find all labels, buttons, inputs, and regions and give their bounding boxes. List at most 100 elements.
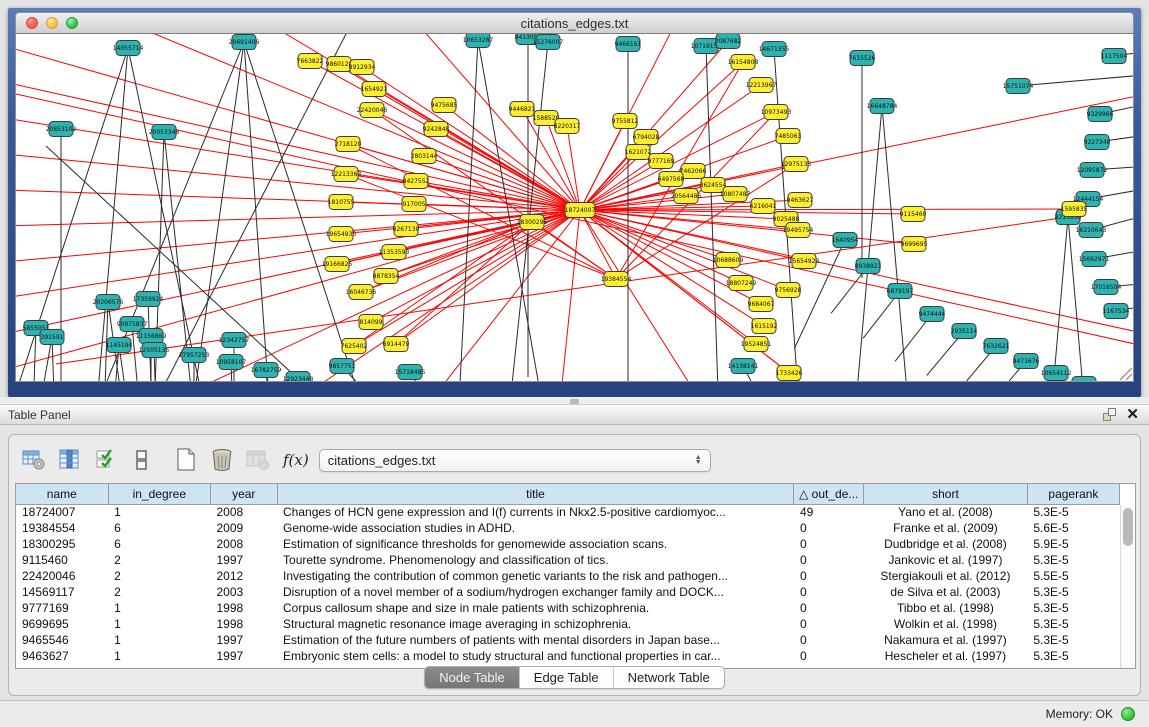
graph-node[interactable]: 6794028 [633, 130, 660, 145]
table-scrollbar[interactable] [1120, 505, 1135, 668]
graph-node[interactable]: 1615192 [751, 319, 778, 334]
graph-node[interactable]: 9463627 [787, 193, 814, 208]
graph-node[interactable]: 6914479 [383, 337, 410, 352]
table-cell[interactable]: Hescheler et al. (1997) [864, 648, 1028, 664]
table-cell[interactable]: 9777169 [16, 600, 108, 616]
table-cell[interactable]: 2 [108, 552, 210, 568]
table-cell[interactable]: Corpus callosum shape and size in male p… [277, 600, 794, 616]
graph-node[interactable]: 19495754 [783, 223, 814, 238]
table-cell[interactable]: Embryonic stem cells: a model to study s… [277, 648, 794, 664]
table-cell[interactable]: 5.3E-5 [1027, 504, 1119, 520]
graph-node[interactable]: 16648784 [867, 99, 898, 114]
graph-node[interactable]: 7663822 [297, 54, 324, 69]
table-cell[interactable]: 5.3E-5 [1027, 648, 1119, 664]
table-cell[interactable]: Yano et al. (2008) [864, 504, 1028, 520]
graph-node[interactable]: 15654923 [789, 254, 820, 269]
graph-node[interactable]: 9777169 [648, 154, 675, 169]
graph-node[interactable]: 1595835 [1061, 202, 1088, 217]
graph-node[interactable]: 6216041 [750, 199, 777, 214]
function-builder-button[interactable]: f(x) [283, 451, 309, 469]
graph-node[interactable]: 12505135 [139, 343, 170, 358]
graph-node[interactable]: 20053346 [149, 125, 180, 140]
resize-grip-icon[interactable] [1120, 368, 1132, 380]
graph-node[interactable]: 20853102 [46, 122, 77, 137]
tab-edge-table[interactable]: Edge Table [520, 667, 614, 688]
delete-rows-button[interactable] [207, 446, 237, 474]
graph-node[interactable]: 16782759 [251, 363, 282, 378]
table-cell[interactable]: Tourette syndrome. Phenomenology and cla… [277, 552, 794, 568]
table-cell[interactable]: 6 [108, 520, 210, 536]
table-cell[interactable]: Estimation of the future numbers of pati… [277, 632, 794, 648]
graph-node[interactable]: 8267130 [393, 222, 420, 237]
table-row[interactable]: 1872400712008Changes of HCN gene express… [16, 504, 1120, 520]
graph-node[interactable]: 20206576 [93, 295, 124, 310]
column-header-title[interactable]: title [277, 484, 794, 504]
table-row[interactable]: 969969511998Structural magnetic resonanc… [16, 616, 1120, 632]
graph-node[interactable]: 9756928 [775, 283, 802, 298]
table-cell[interactable]: 0 [794, 568, 864, 584]
graph-node[interactable]: 1810755 [328, 195, 355, 210]
graph-node[interactable]: 2935114 [951, 324, 978, 339]
table-row[interactable]: 1456911722003Disruption of a novel membe… [16, 584, 1120, 600]
graph-node[interactable]: 8471676 [1013, 354, 1040, 369]
table-cell[interactable]: 1998 [210, 600, 277, 616]
table-cell[interactable]: 18724007 [16, 504, 108, 520]
graph-node[interactable]: 15751074 [1003, 79, 1034, 94]
graph-node[interactable]: 7615526 [849, 51, 876, 66]
graph-node[interactable]: 1145194 [106, 338, 133, 353]
graph-node[interactable]: 9857751 [329, 359, 356, 374]
graph-node[interactable]: 1654921 [361, 82, 388, 97]
table-cell[interactable]: 49 [794, 504, 864, 520]
table-cell[interactable]: 19384554 [16, 520, 108, 536]
column-header-name[interactable]: name [16, 484, 108, 504]
table-cell[interactable]: 0 [794, 584, 864, 600]
graph-node[interactable]: 12342757 [219, 333, 250, 348]
graph-node[interactable]: 15276007 [533, 35, 564, 50]
table-cell[interactable]: 2012 [210, 568, 277, 584]
table-cell[interactable]: 2 [108, 584, 210, 600]
column-header-in-degree[interactable]: in_degree [108, 484, 210, 504]
table-cell[interactable]: 1997 [210, 552, 277, 568]
table-cell[interactable]: 5.9E-5 [1027, 536, 1119, 552]
table-cell[interactable]: 5.3E-5 [1027, 600, 1119, 616]
graph-node[interactable]: 12923448 [283, 372, 314, 383]
table-cell[interactable]: 6 [108, 536, 210, 552]
table-cell[interactable]: 22420046 [16, 568, 108, 584]
column-header-year[interactable]: year [210, 484, 277, 504]
table-cell[interactable]: Jankovic et al. (1997) [864, 552, 1028, 568]
graph-node[interactable]: 9329966 [1087, 107, 1114, 122]
close-panel-icon[interactable]: ✕ [1126, 408, 1139, 421]
node-table[interactable]: namein_degreeyeartitle△ out_de...shortpa… [15, 483, 1136, 669]
select-all-button[interactable] [91, 446, 121, 474]
table-cell[interactable]: 9465546 [16, 632, 108, 648]
graph-node[interactable]: 7485063 [775, 129, 802, 144]
table-cell[interactable]: 5.6E-5 [1027, 520, 1119, 536]
table-row[interactable]: 977716911998Corpus callosum shape and si… [16, 600, 1120, 616]
table-cell[interactable]: 5.3E-5 [1027, 632, 1119, 648]
table-row[interactable]: 2242004622012Investigating the contribut… [16, 568, 1120, 584]
table-cell[interactable]: 1997 [210, 648, 277, 664]
table-cell[interactable]: Structural magnetic resonance image aver… [277, 616, 794, 632]
table-cell[interactable]: 2003 [210, 584, 277, 600]
graph-node[interactable]: 9446821 [509, 102, 536, 117]
float-panel-icon[interactable] [1103, 408, 1116, 421]
column-header-out-de-[interactable]: △ out_de... [794, 484, 864, 504]
table-cell[interactable]: 18300295 [16, 536, 108, 552]
graph-node[interactable]: 16210643 [1076, 223, 1107, 238]
table-row[interactable]: 1830029562008Estimation of significance … [16, 536, 1120, 552]
graph-node[interactable]: 9474444 [919, 307, 946, 322]
table-cell[interactable]: 9115460 [16, 552, 108, 568]
delete-table-button[interactable] [243, 446, 273, 474]
table-cell[interactable]: 1998 [210, 616, 277, 632]
graph-node[interactable]: 10973493 [761, 105, 792, 120]
graph-node[interactable]: 10688609 [713, 253, 744, 268]
table-row[interactable]: 946362711997Embryonic stem cells: a mode… [16, 648, 1120, 664]
graph-node[interactable]: 9242848 [423, 122, 450, 137]
graph-node[interactable]: 10807487 [720, 187, 751, 202]
table-cell[interactable]: 2008 [210, 536, 277, 552]
table-cell[interactable]: 5.5E-5 [1027, 568, 1119, 584]
graph-node[interactable]: 9227349 [1084, 135, 1111, 150]
graph-node[interactable]: 7632621 [983, 339, 1010, 354]
graph-node[interactable]: 15692971 [1079, 252, 1110, 267]
table-cell[interactable]: 1 [108, 648, 210, 664]
